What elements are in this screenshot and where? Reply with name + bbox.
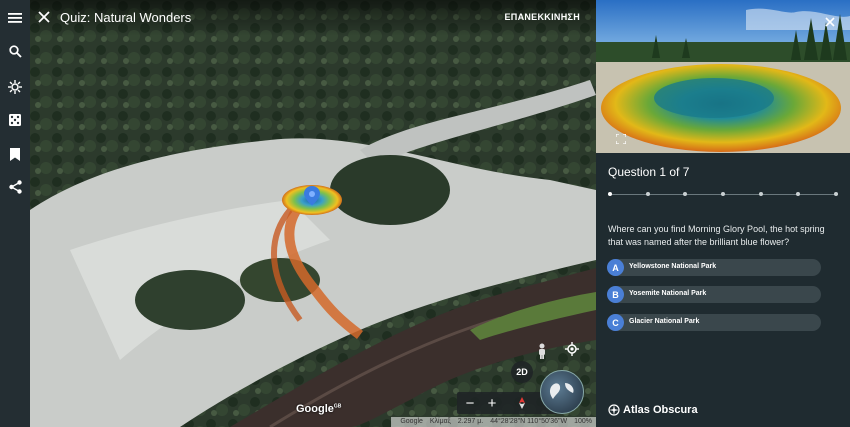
zoom-percent: 100% (574, 418, 592, 425)
dice-icon[interactable] (7, 112, 23, 128)
progress-dot (645, 192, 650, 196)
brand-name: Atlas Obscura (623, 404, 698, 416)
left-rail (0, 0, 30, 427)
answer-letter: B (607, 286, 624, 303)
morning-glory-pool-photo (596, 0, 850, 153)
my-location-icon[interactable] (563, 340, 581, 358)
close-panel-icon[interactable] (825, 14, 835, 32)
scale-label: Κλίμαξ (429, 418, 451, 425)
answer-label: Yellowstone National Park (629, 263, 717, 270)
progress-dot (683, 192, 688, 196)
bookmark-icon[interactable] (7, 146, 23, 162)
question-text: Where can you find Morning Glory Pool, t… (608, 224, 825, 247)
compass-icon[interactable] (511, 392, 533, 414)
voyager-icon[interactable] (7, 79, 23, 95)
progress-dot (721, 192, 725, 196)
quiz-panel: Question 1 of 7 Where can you find Morni… (596, 0, 850, 427)
aerial-terrain-image (30, 0, 596, 427)
question-counter: Question 1 of 7 (608, 165, 690, 179)
answer-option-b[interactable]: B Yosemite National Park (607, 286, 821, 303)
menu-icon[interactable] (7, 10, 23, 26)
answer-letter: A (607, 259, 624, 276)
answer-option-c[interactable]: C Glacier National Park (607, 314, 821, 331)
question-progress (608, 192, 838, 198)
coordinates-readout: 44°28'28"N 110°50'36"W (490, 418, 568, 425)
answer-option-a[interactable]: A Yellowstone National Park (607, 259, 821, 276)
progress-dot (608, 192, 612, 196)
zoom-in-button[interactable]: + (481, 392, 503, 414)
scale-value: 2.297 μ. (457, 418, 484, 425)
attribution-source[interactable]: Google (400, 418, 423, 425)
globe-icon[interactable] (540, 370, 584, 414)
quiz-title: Quiz: Natural Wonders (60, 10, 192, 25)
map-attribution-bar: Google Κλίμαξ 2.297 μ. 44°28'28"N 110°50… (391, 417, 596, 427)
google-logo: GoogleGB (296, 403, 342, 415)
answer-letter: C (607, 314, 624, 331)
share-icon[interactable] (7, 179, 23, 195)
close-quiz-icon[interactable] (38, 10, 50, 28)
progress-dot (834, 192, 838, 196)
search-icon[interactable] (7, 43, 23, 59)
progress-dot (758, 192, 763, 196)
answer-label: Glacier National Park (629, 318, 700, 325)
earth-map-view[interactable]: Quiz: Natural Wonders ΕΠΑΝΕΚΚΙΝΗΣΗ 2D − … (30, 0, 596, 427)
answer-label: Yosemite National Park (629, 290, 707, 297)
pegman-icon[interactable] (535, 342, 549, 360)
restart-button[interactable]: ΕΠΑΝΕΚΚΙΝΗΣΗ (504, 12, 580, 22)
fullscreen-icon[interactable] (615, 131, 627, 149)
zoom-out-button[interactable]: − (459, 392, 481, 414)
progress-dot (796, 192, 801, 196)
atlas-obscura-logo: Atlas Obscura (608, 404, 698, 416)
atlas-obscura-icon (608, 404, 620, 416)
view-2d-button[interactable]: 2D (511, 361, 533, 383)
